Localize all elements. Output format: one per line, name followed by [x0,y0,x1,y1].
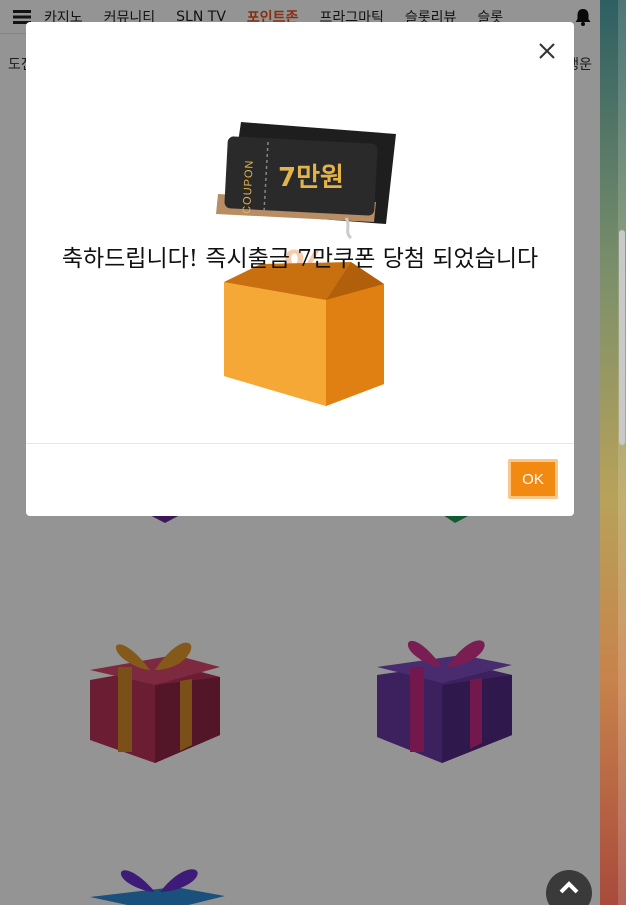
chevron-up-icon [559,881,579,894]
prize-message: 축하드립니다! 즉시출금 7만쿠폰 당첨 되었습니다 [61,246,539,272]
scrollbar-track[interactable] [618,0,626,905]
coupon-amount: 7만원 [278,163,344,193]
close-icon [539,43,555,59]
modal-divider [26,443,574,444]
scrollbar-thumb[interactable] [619,230,625,445]
close-button[interactable] [536,40,558,62]
prize-modal: COUPON 7만원 % 축하드립니다! 즉시출금 7만쿠폰 당첨 되었습니다 … [26,22,574,516]
ok-button[interactable]: OK [508,459,558,499]
